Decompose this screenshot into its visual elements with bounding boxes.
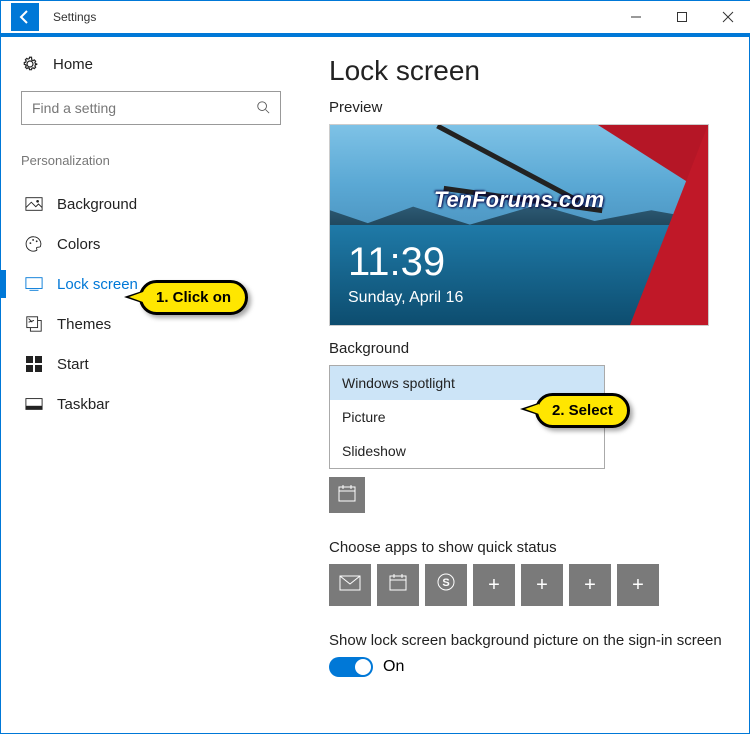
themes-icon xyxy=(25,315,43,333)
plus-icon: + xyxy=(536,574,548,597)
content-area: Home Find a setting Personalization Back… xyxy=(1,37,750,735)
signin-toggle[interactable] xyxy=(329,657,373,677)
nav-label: Lock screen xyxy=(57,276,138,293)
plus-icon: + xyxy=(584,574,596,597)
detailed-status-tile[interactable] xyxy=(329,477,365,513)
close-button[interactable] xyxy=(705,1,750,33)
main-panel: Lock screen Preview TenForums.com 11:39 … xyxy=(311,37,750,735)
sidebar-item-colors[interactable]: Colors xyxy=(21,224,311,264)
gear-icon xyxy=(21,55,39,73)
background-label: Background xyxy=(329,340,731,357)
lock-screen-preview: TenForums.com 11:39 Sunday, April 16 xyxy=(329,124,709,326)
titlebar: Settings xyxy=(1,1,750,33)
start-icon xyxy=(25,355,43,373)
palette-icon xyxy=(25,235,43,253)
quick-status-row: S + + + + xyxy=(329,564,731,606)
taskbar-icon xyxy=(25,395,43,413)
option-label: Picture xyxy=(342,409,386,425)
preview-watermark: TenForums.com xyxy=(330,187,708,213)
quick-status-label: Choose apps to show quick status xyxy=(329,539,731,556)
quick-status-add-2[interactable]: + xyxy=(521,564,563,606)
signin-toggle-label: Show lock screen background picture on t… xyxy=(329,632,731,649)
preview-date: Sunday, April 16 xyxy=(348,289,463,307)
search-input[interactable]: Find a setting xyxy=(21,91,281,125)
preview-label: Preview xyxy=(329,99,731,116)
sidebar: Home Find a setting Personalization Back… xyxy=(1,37,311,735)
search-placeholder: Find a setting xyxy=(32,100,116,116)
plus-icon: + xyxy=(488,574,500,597)
signin-toggle-row: On xyxy=(329,657,731,677)
nav-label: Taskbar xyxy=(57,396,110,413)
window-title: Settings xyxy=(53,10,96,24)
quick-status-mail[interactable] xyxy=(329,564,371,606)
sidebar-item-taskbar[interactable]: Taskbar xyxy=(21,384,311,424)
nav-label: Background xyxy=(57,196,137,213)
option-label: Windows spotlight xyxy=(342,375,455,391)
quick-status-add-3[interactable]: + xyxy=(569,564,611,606)
calendar-icon xyxy=(337,483,357,508)
annotation-callout-1: 1. Click on xyxy=(139,280,248,315)
sidebar-home[interactable]: Home xyxy=(21,55,311,73)
minimize-button[interactable] xyxy=(613,1,659,33)
option-label: Slideshow xyxy=(342,443,406,459)
mail-icon xyxy=(339,574,361,597)
search-icon xyxy=(256,100,270,117)
nav-label: Colors xyxy=(57,236,100,253)
annotation-callout-2: 2. Select xyxy=(535,393,630,428)
plus-icon: + xyxy=(632,574,644,597)
preview-time: 11:39 xyxy=(348,240,445,285)
nav-label: Themes xyxy=(57,316,111,333)
sidebar-item-start[interactable]: Start xyxy=(21,344,311,384)
maximize-button[interactable] xyxy=(659,1,705,33)
dropdown-option-slideshow[interactable]: Slideshow xyxy=(330,434,604,468)
quick-status-add-1[interactable]: + xyxy=(473,564,515,606)
picture-icon xyxy=(25,195,43,213)
lock-screen-icon xyxy=(25,275,43,293)
svg-text:S: S xyxy=(442,577,449,589)
page-title: Lock screen xyxy=(329,55,731,87)
quick-status-calendar[interactable] xyxy=(377,564,419,606)
quick-status-skype[interactable]: S xyxy=(425,564,467,606)
calendar-icon xyxy=(388,572,408,598)
sidebar-item-background[interactable]: Background xyxy=(21,184,311,224)
sidebar-section-label: Personalization xyxy=(21,153,311,168)
window-controls xyxy=(613,1,750,33)
sidebar-home-label: Home xyxy=(53,56,93,73)
quick-status-add-4[interactable]: + xyxy=(617,564,659,606)
signin-toggle-state: On xyxy=(383,658,404,676)
back-button[interactable] xyxy=(11,3,39,31)
nav-label: Start xyxy=(57,356,89,373)
skype-icon: S xyxy=(435,571,457,599)
